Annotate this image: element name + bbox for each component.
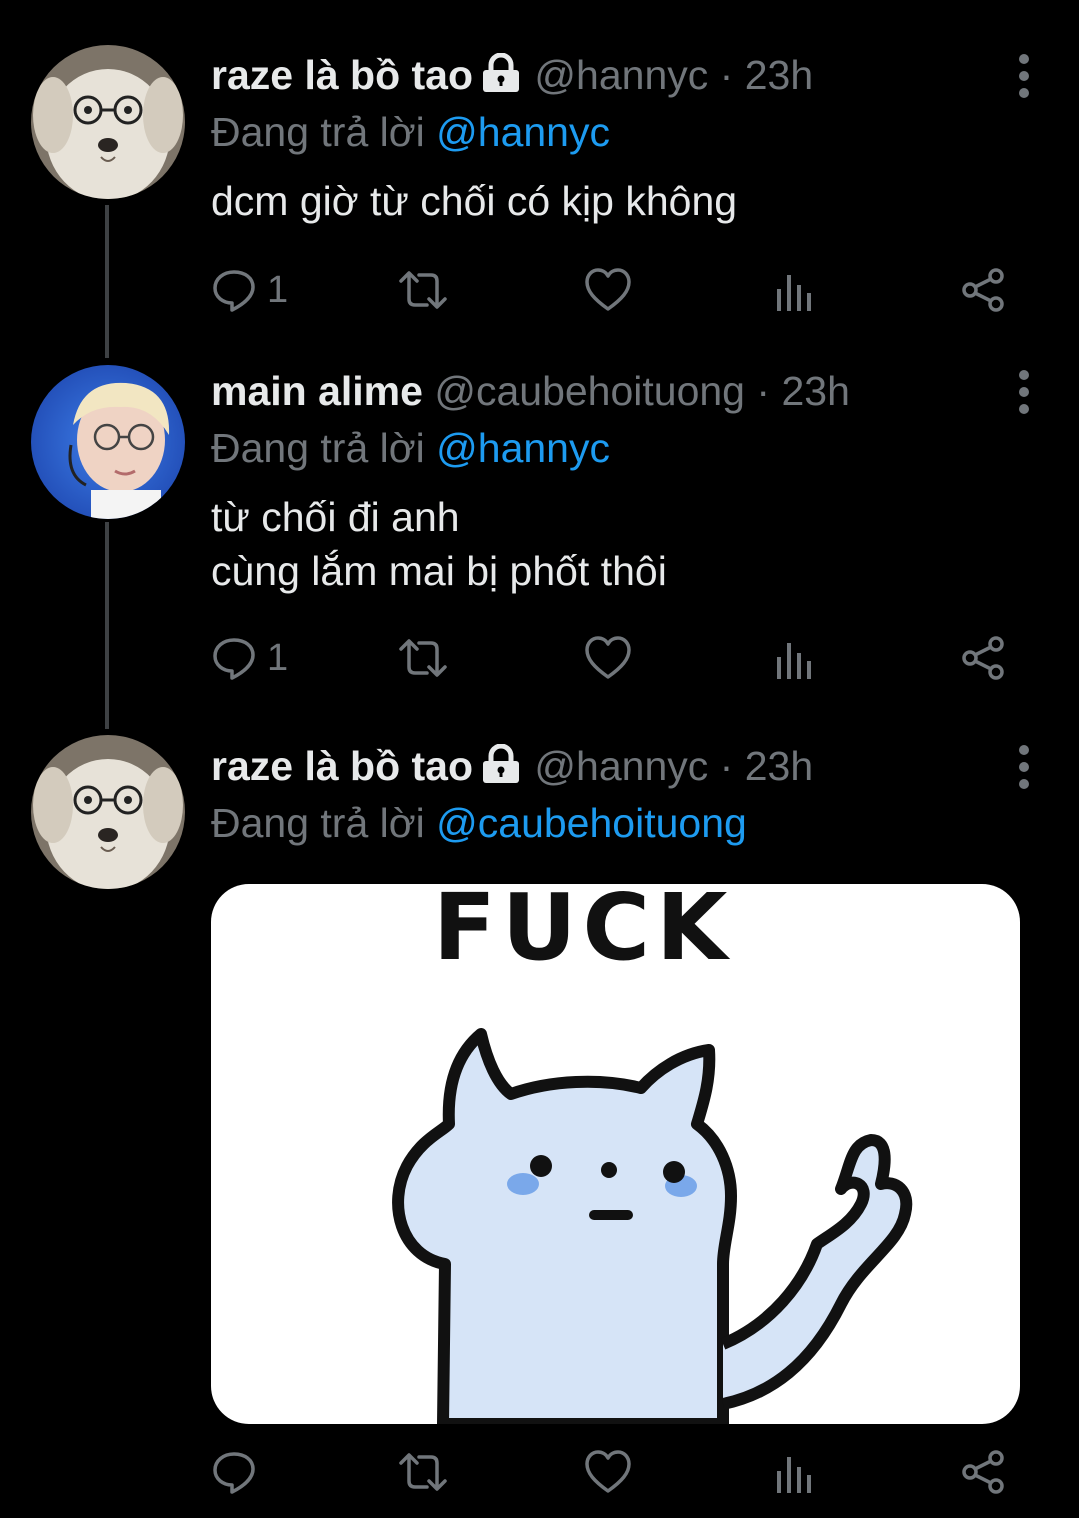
avatar[interactable] [31, 735, 185, 889]
tweet-header: raze là bồ tao @hannyc · 23h [211, 46, 1039, 104]
retweet-icon [399, 1453, 447, 1491]
reply-icon [213, 270, 255, 312]
like-button[interactable] [584, 260, 632, 320]
display-name[interactable]: raze là bồ tao [211, 743, 473, 789]
user-handle[interactable]: @hannyc [534, 743, 708, 789]
reply-button[interactable] [211, 1442, 257, 1502]
reply-count: 1 [267, 268, 289, 311]
more-icon[interactable] [1013, 370, 1033, 414]
replying-to-label: Đang trả lời [211, 800, 425, 846]
replying-to: Đang trả lời @caubehoituong [211, 795, 1039, 851]
tweet-text: dcm giờ từ chối có kịp không [211, 178, 738, 224]
blond-person-with-glasses-icon [31, 365, 185, 519]
reply-icon [213, 638, 255, 680]
tweet-content: raze là bồ tao @hannyc · 23h Đang trả lờ… [211, 46, 1039, 228]
timestamp[interactable]: 23h [745, 52, 813, 98]
share-icon [962, 268, 1004, 312]
timestamp[interactable]: 23h [781, 368, 849, 414]
analytics-button[interactable] [775, 260, 815, 320]
separator: · [756, 368, 771, 414]
user-handle[interactable]: @hannyc [534, 52, 708, 98]
tweet-text-line: cùng lắm mai bị phốt thôi [211, 548, 667, 594]
white-cat-middle-finger-sticker-icon: FUCK [392, 884, 913, 1424]
share-icon [962, 636, 1004, 680]
retweet-icon [399, 271, 447, 309]
replying-to: Đang trả lời @hannyc [211, 104, 1039, 160]
more-icon[interactable] [1013, 54, 1033, 98]
like-icon [585, 268, 631, 311]
analytics-button[interactable] [775, 1442, 815, 1502]
analytics-icon [777, 643, 811, 679]
separator: · [719, 52, 734, 98]
replying-to-label: Đang trả lời [211, 425, 425, 471]
timestamp[interactable]: 23h [745, 743, 813, 789]
tweet-actions [211, 1442, 1031, 1502]
like-button[interactable] [584, 628, 632, 688]
like-icon [585, 636, 631, 679]
puppy-with-glasses-icon [31, 45, 185, 199]
replying-to: Đang trả lời @hannyc [211, 420, 1039, 476]
reply-button[interactable]: 1 [211, 260, 288, 320]
like-button[interactable] [584, 1442, 632, 1502]
retweet-icon [399, 639, 447, 677]
replying-to-label: Đang trả lời [211, 109, 425, 155]
lock-icon [479, 741, 523, 799]
analytics-icon [777, 1457, 811, 1493]
display-name[interactable]: raze là bồ tao [211, 52, 473, 98]
tweet-media[interactable]: FUCK [211, 884, 1020, 1424]
share-button[interactable] [960, 260, 1006, 320]
share-button[interactable] [960, 628, 1006, 688]
thread-line [105, 205, 109, 358]
more-icon[interactable] [1013, 745, 1033, 789]
avatar[interactable] [31, 45, 185, 199]
analytics-icon [777, 275, 811, 311]
display-name[interactable]: main alime [211, 368, 423, 414]
analytics-button[interactable] [775, 628, 815, 688]
retweet-button[interactable] [397, 1442, 449, 1502]
tweet-text-line: từ chối đi anh [211, 494, 460, 540]
puppy-with-glasses-icon [31, 735, 185, 889]
user-handle[interactable]: @caubehoituong [434, 368, 745, 414]
like-icon [585, 1450, 631, 1493]
thread-line [105, 522, 109, 729]
mention-link[interactable]: @caubehoituong [436, 800, 747, 846]
tweet-actions: 1 [211, 628, 1031, 688]
share-button[interactable] [960, 1442, 1006, 1502]
avatar[interactable] [31, 365, 185, 519]
tweet-header: main alime @caubehoituong · 23h [211, 362, 1039, 420]
mention-link[interactable]: @hannyc [436, 425, 610, 471]
reply-icon [213, 1452, 255, 1494]
mention-link[interactable]: @hannyc [436, 109, 610, 155]
retweet-button[interactable] [397, 260, 449, 320]
share-icon [962, 1450, 1004, 1494]
retweet-button[interactable] [397, 628, 449, 688]
sticker-caption: FUCK [433, 884, 733, 981]
tweet-actions: 1 [211, 260, 1031, 320]
tweet-header: raze là bồ tao @hannyc · 23h [211, 737, 1039, 795]
reply-count: 1 [267, 636, 289, 679]
tweet-content: raze là bồ tao @hannyc · 23h Đang trả lờ… [211, 737, 1039, 851]
reply-button[interactable]: 1 [211, 628, 288, 688]
tweet-text: từ chối đi anh cùng lắm mai bị phốt thôi [211, 490, 1039, 598]
lock-icon [479, 50, 523, 108]
separator: · [719, 743, 734, 789]
tweet-content: main alime @caubehoituong · 23h Đang trả… [211, 362, 1039, 598]
